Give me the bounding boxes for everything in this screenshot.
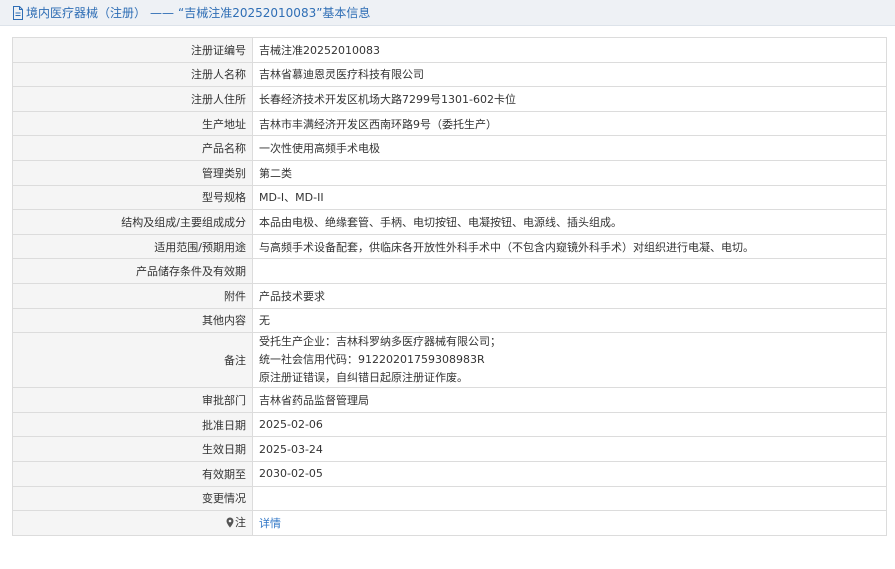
document-icon: [12, 5, 24, 20]
table-row: 审批部门 吉林省药品监督管理局: [12, 387, 887, 413]
field-label: 审批部门: [12, 387, 253, 413]
field-label: 有效期至: [12, 460, 253, 487]
field-value: 吉林市丰满经济开发区西南环路9号（委托生产）: [252, 110, 887, 137]
table-row: 其他内容 无: [12, 307, 887, 334]
field-label: 注册人名称: [12, 61, 253, 88]
remarks-value: 受托生产企业：吉林科罗纳多医疗器械有限公司； 统一社会信用代码：91220201…: [252, 332, 887, 389]
page-title: “吉械注准20252010083”基本信息: [178, 6, 371, 20]
table-row: 有效期至 2030-02-05: [12, 460, 887, 487]
page-header: 境内医疗器械（注册） —— “吉械注准20252010083”基本信息: [0, 0, 895, 26]
header-separator: ——: [150, 5, 175, 20]
note-label-cell: 注: [12, 510, 253, 536]
field-value: 2025-02-06: [252, 411, 887, 438]
note-label: 注: [235, 516, 246, 530]
table-row: 管理类别 第二类: [12, 159, 887, 186]
field-label: 产品储存条件及有效期: [12, 258, 253, 284]
table-row: 注册人名称 吉林省慕迪恩灵医疗科技有限公司: [12, 61, 887, 88]
field-label: 注册人住所: [12, 86, 253, 112]
table-row: 批准日期 2025-02-06: [12, 411, 887, 438]
field-value: 吉林省慕迪恩灵医疗科技有限公司: [252, 61, 887, 88]
field-label: 适用范围/预期用途: [12, 233, 253, 260]
field-value: 吉林省药品监督管理局: [252, 387, 887, 413]
table-row: 变更情况: [12, 485, 887, 512]
field-value: 吉械注准20252010083: [252, 37, 887, 63]
field-value: 本品由电极、绝缘套管、手柄、电切按钮、电凝按钮、电源线、插头组成。: [252, 209, 887, 235]
table-row: 生产地址 吉林市丰满经济开发区西南环路9号（委托生产）: [12, 110, 887, 137]
remarks-label: 备注: [12, 332, 253, 389]
table-row: 注册证编号 吉械注准20252010083: [12, 37, 887, 63]
table-row: 结构及组成/主要组成成分 本品由电极、绝缘套管、手柄、电切按钮、电凝按钮、电源线…: [12, 209, 887, 235]
field-value: [252, 258, 887, 284]
field-value: 第二类: [252, 159, 887, 186]
header-section: 境内医疗器械（注册）: [26, 6, 147, 20]
note-value: 详情: [252, 510, 887, 536]
remarks-line: 统一社会信用代码：91220201759308983R: [259, 353, 485, 367]
remarks-line: 原注册证错误，自纠错日起原注册证作废。: [259, 371, 468, 385]
note-row: 注 详情: [12, 510, 887, 536]
field-value: 一次性使用高频手术电极: [252, 135, 887, 161]
table-row: 生效日期 2025-03-24: [12, 436, 887, 462]
field-value: 产品技术要求: [252, 282, 887, 309]
table-row: 产品名称 一次性使用高频手术电极: [12, 135, 887, 161]
field-label: 批准日期: [12, 411, 253, 438]
pin-icon: [226, 517, 234, 531]
info-table: 注册证编号 吉械注准20252010083 注册人名称 吉林省慕迪恩灵医疗科技有…: [12, 37, 887, 536]
table-row: 附件 产品技术要求: [12, 282, 887, 309]
field-value: 与高频手术设备配套，供临床各开放性外科手术中（不包含内窥镜外科手术）对组织进行电…: [252, 233, 887, 260]
field-label: 型号规格: [12, 184, 253, 211]
field-label: 变更情况: [12, 485, 253, 512]
field-label: 注册证编号: [12, 37, 253, 63]
table-row: 注册人住所 长春经济技术开发区机场大路7299号1301-602卡位: [12, 86, 887, 112]
field-value: 长春经济技术开发区机场大路7299号1301-602卡位: [252, 86, 887, 112]
table-row: 型号规格 MD-I、MD-II: [12, 184, 887, 211]
field-label: 生效日期: [12, 436, 253, 462]
field-label: 其他内容: [12, 307, 253, 334]
details-link[interactable]: 详情: [259, 517, 281, 530]
field-label: 结构及组成/主要组成成分: [12, 209, 253, 235]
field-value: 无: [252, 307, 887, 334]
remarks-line: 受托生产企业：吉林科罗纳多医疗器械有限公司；: [259, 335, 501, 349]
field-label: 附件: [12, 282, 253, 309]
remarks-row: 备注 受托生产企业：吉林科罗纳多医疗器械有限公司； 统一社会信用代码：91220…: [12, 332, 887, 389]
field-value: 2030-02-05: [252, 460, 887, 487]
field-label: 管理类别: [12, 159, 253, 186]
field-value: [252, 485, 887, 512]
field-label: 生产地址: [12, 110, 253, 137]
field-value: 2025-03-24: [252, 436, 887, 462]
field-value: MD-I、MD-II: [252, 184, 887, 211]
table-row: 适用范围/预期用途 与高频手术设备配套，供临床各开放性外科手术中（不包含内窥镜外…: [12, 233, 887, 260]
table-row: 产品储存条件及有效期: [12, 258, 887, 284]
field-label: 产品名称: [12, 135, 253, 161]
